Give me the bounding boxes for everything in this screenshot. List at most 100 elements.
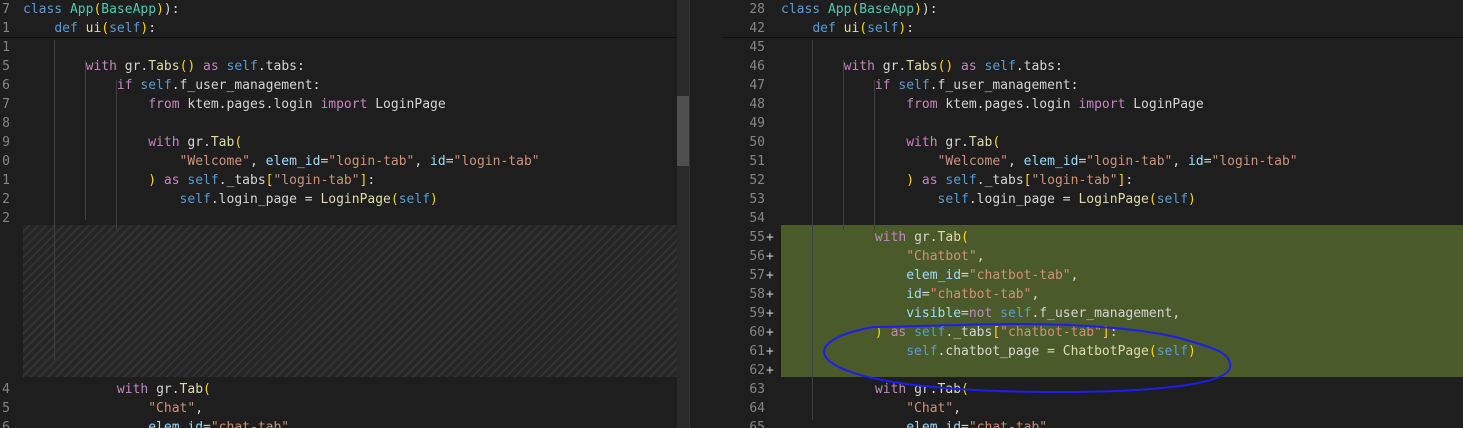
token: ( [859, 21, 868, 36]
right-code-line[interactable]: 57 + elem_id="chatbot-tab", [722, 266, 1463, 285]
token: Tab [968, 135, 993, 150]
diff-placeholder-hatch [23, 225, 677, 377]
diff-right-pane[interactable]: 28 class App(BaseApp)): 42 def ui(self): 45… [722, 0, 1463, 428]
token: , [289, 420, 297, 428]
token: id [906, 287, 922, 302]
left-code-line[interactable]: 0 "Welcome", elem_id="login-tab", id="lo… [0, 152, 677, 171]
right-code-line[interactable]: 56 + "Chatbot", [722, 247, 1463, 266]
right-code-line[interactable]: 49 [722, 114, 1463, 133]
right-code-line[interactable]: 45 [722, 38, 1463, 57]
right-code-line[interactable]: 65 elem_id="chat-tab", [722, 418, 1463, 428]
diff-left-pane[interactable]: 7 class App(BaseApp)): 1 def ui(self): 1 5 w… [0, 0, 677, 428]
right-code-line[interactable]: 62 + [722, 361, 1463, 380]
line-number: 52 [749, 173, 765, 188]
token: : [906, 21, 915, 36]
right-code-line[interactable]: 60 + ) as self._tabs["chatbot-tab"]: [722, 323, 1463, 342]
right-code-line[interactable]: 63 with gr.Tab( [722, 380, 1463, 399]
right-code-line[interactable]: 61 + self.chatbot_page = ChatbotPage(self… [722, 342, 1463, 361]
token: ( [101, 21, 110, 36]
token: BaseApp [859, 2, 915, 17]
left-code-line[interactable]: 2 self.login_page = LoginPage(self) [0, 190, 677, 209]
indent-guide [843, 60, 844, 230]
token: self [867, 21, 899, 36]
code-text: class App(BaseApp)): [781, 0, 938, 19]
token: ) [148, 173, 157, 188]
right-code-line[interactable]: 54 [722, 209, 1463, 228]
code-text: self.chatbot_page = ChatbotPage(self) [781, 342, 1196, 361]
code-text: from ktem.pages.login import LoginPage [781, 95, 1203, 114]
left-code-line[interactable]: 7 from ktem.pages.login import LoginPage [0, 95, 677, 114]
code-text: if self.f_user_management: [23, 76, 321, 95]
left-code-line[interactable]: 6 elem_id="chat-tab", [0, 418, 677, 428]
added-line-marker: + [766, 363, 774, 378]
line-number: 64 [749, 401, 765, 416]
token: gr. [124, 59, 149, 74]
right-code-line[interactable]: 59 + visible=not self.f_user_management, [722, 304, 1463, 323]
right-code-line[interactable]: 47 if self.f_user_management: [722, 76, 1463, 95]
left-code-line[interactable]: 5 with gr.Tabs() as self.tabs: [0, 57, 677, 76]
token: class [781, 2, 828, 17]
token: self [140, 78, 172, 93]
token: "chatbot-tab" [1000, 325, 1102, 340]
line-number: 6 [2, 78, 10, 93]
right-code-line[interactable]: 52 ) as self._tabs["login-tab"]: [722, 171, 1463, 190]
added-line-marker: + [766, 344, 774, 359]
token: ( [203, 382, 211, 397]
right-code-line[interactable]: 48 from ktem.pages.login import LoginPag… [722, 95, 1463, 114]
right-code-line[interactable]: 50 with gr.Tab( [722, 133, 1463, 152]
token: () [179, 59, 196, 74]
token: with [85, 59, 125, 74]
token: self [179, 192, 211, 207]
token: = [961, 420, 969, 428]
line-number: 58 [749, 287, 765, 302]
code-text: visible=not self.f_user_management, [781, 304, 1180, 323]
right-code-line[interactable]: 28 class App(BaseApp)): [722, 0, 1463, 19]
added-line-marker: + [766, 249, 774, 264]
right-code-line[interactable]: 42 def ui(self): [722, 19, 1463, 38]
right-code-line[interactable]: 46 with gr.Tabs() as self.tabs: [722, 57, 1463, 76]
token: , [953, 401, 962, 416]
left-code-line[interactable]: 8 [0, 114, 677, 133]
token: ( [390, 192, 399, 207]
left-code-line[interactable]: 1 [0, 38, 677, 57]
token: .tabs: [1015, 59, 1063, 74]
token: as [953, 59, 985, 74]
token: .f_user_management: [929, 78, 1079, 93]
right-code-line[interactable]: 51 "Welcome", elem_id="login-tab", id="l… [722, 152, 1463, 171]
right-code-line[interactable]: 55 + with gr.Tab( [722, 228, 1463, 247]
token: "chatbot-tab" [968, 268, 1071, 283]
left-code-line[interactable]: 1 ) as self._tabs["login-tab"]: [0, 171, 677, 190]
token: = [1203, 154, 1212, 169]
token: ChatbotPage [1062, 344, 1149, 359]
token: self [937, 192, 969, 207]
left-code-line[interactable]: 1 def ui(self): [0, 19, 677, 38]
token: "chat-tab" [210, 420, 290, 428]
left-code-line[interactable]: 5 "Chat", [0, 399, 677, 418]
line-number: 60 [749, 325, 765, 340]
token: ._tabs [945, 325, 993, 340]
line-number: 0 [2, 154, 10, 169]
token: self [914, 325, 946, 340]
token: gr. [187, 135, 211, 150]
token: .login_page = [968, 192, 1079, 207]
code-text: ) as self._tabs["chatbot-tab"]: [781, 323, 1118, 342]
left-scrollbar-thumb[interactable] [677, 96, 689, 166]
right-code-line[interactable]: 53 self.login_page = LoginPage(self) [722, 190, 1463, 209]
token: = [921, 287, 930, 302]
line-number: 51 [749, 154, 765, 169]
left-code-line[interactable]: 9 with gr.Tab( [0, 133, 677, 152]
left-code-line[interactable]: 4 with gr.Tab( [0, 380, 677, 399]
left-code-line[interactable]: 7 class App(BaseApp)): [0, 0, 677, 19]
left-code-line[interactable]: 6 if self.f_user_management: [0, 76, 677, 95]
token: = [445, 154, 454, 169]
token: [ [992, 325, 1001, 340]
left-scrollbar[interactable] [677, 0, 689, 428]
token: with [116, 382, 157, 397]
right-code-line[interactable]: 64 "Chat", [722, 399, 1463, 418]
right-code-line[interactable]: 58 + id="chatbot-tab", [722, 285, 1463, 304]
token: with [843, 59, 883, 74]
token: LoginPage [375, 97, 446, 112]
